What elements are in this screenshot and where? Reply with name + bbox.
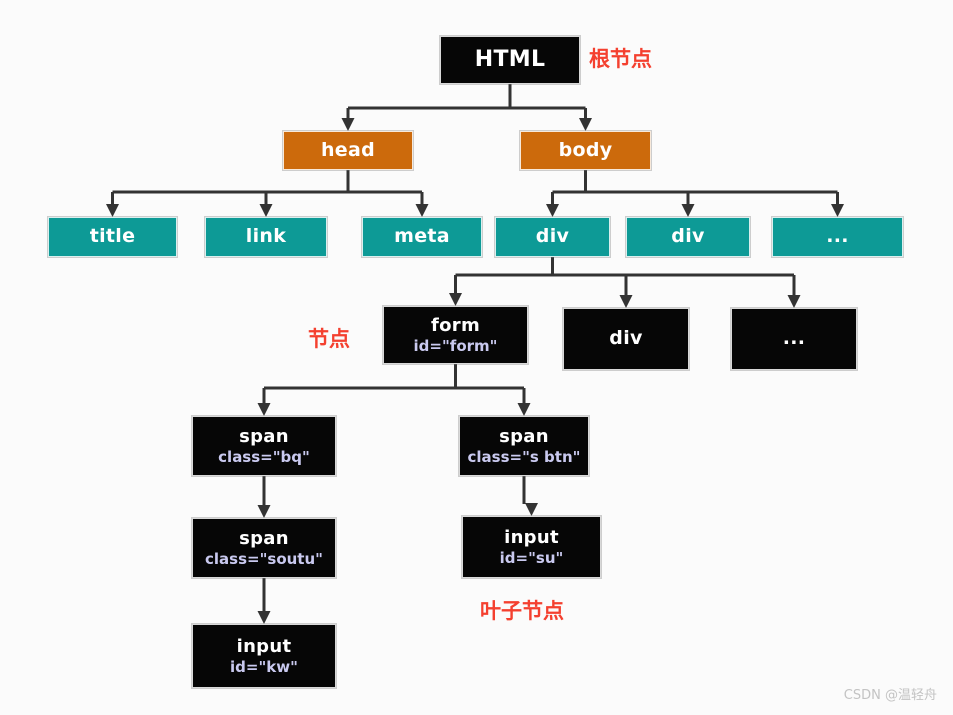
node-attr-input2: id="kw" <box>230 657 298 676</box>
node-tag-span1: span <box>239 425 289 447</box>
node-title: title <box>48 217 177 257</box>
node-dots2: ... <box>731 308 857 370</box>
node-tag-span3: span <box>239 527 289 549</box>
node-tag-span2: span <box>499 425 549 447</box>
node-tag-meta: meta <box>394 225 450 248</box>
node-tag-html: HTML <box>474 46 546 72</box>
node-form: form id="form" <box>383 306 528 364</box>
node-head: head <box>283 131 413 170</box>
node-attr-span3: class="soutu" <box>205 549 323 568</box>
node-link: link <box>205 217 327 257</box>
node-span1: span class="bq" <box>192 416 336 476</box>
node-tag-link: link <box>245 225 287 248</box>
dom-tree-diagram: HTML head body title link meta div div... form id… <box>0 0 953 715</box>
node-attr-input1: id="su" <box>499 548 564 567</box>
node-span3: span class="soutu" <box>192 518 336 578</box>
node-html: HTML <box>440 36 580 84</box>
node-tag-div2: div <box>671 225 705 248</box>
node-input2: input id="kw" <box>192 624 336 688</box>
node-tag-input1: input <box>504 526 559 548</box>
node-dots1: ... <box>772 217 903 257</box>
node-tag-div1: div <box>535 225 570 248</box>
node-body: body <box>520 131 651 170</box>
node-label: 节点 <box>308 327 350 351</box>
node-tag-head: head <box>320 138 376 161</box>
node-tag-div3: div <box>609 327 643 350</box>
node-span2: span class="s btn" <box>459 416 589 476</box>
leaf-node-label: 叶子节点 <box>480 599 564 623</box>
node-tag-body: body <box>558 138 613 161</box>
node-tag-title: title <box>89 225 136 248</box>
node-meta: meta <box>362 217 482 257</box>
node-tag-input2: input <box>236 635 292 657</box>
node-tag-form: form <box>430 314 481 336</box>
root-node-label: 根节点 <box>589 47 652 71</box>
node-attr-span1: class="bq" <box>218 447 310 466</box>
node-tag-dots2: ... <box>782 327 806 350</box>
node-input1: input id="su" <box>462 516 601 578</box>
watermark: CSDN @温轻舟 <box>843 688 937 703</box>
node-div2: div <box>626 217 750 257</box>
node-div1: div <box>495 217 610 257</box>
node-tag-dots1: ... <box>826 225 849 248</box>
node-attr-span2: class="s btn" <box>467 447 581 466</box>
node-attr-form: id="form" <box>413 336 498 355</box>
node-div3: div <box>563 308 689 370</box>
